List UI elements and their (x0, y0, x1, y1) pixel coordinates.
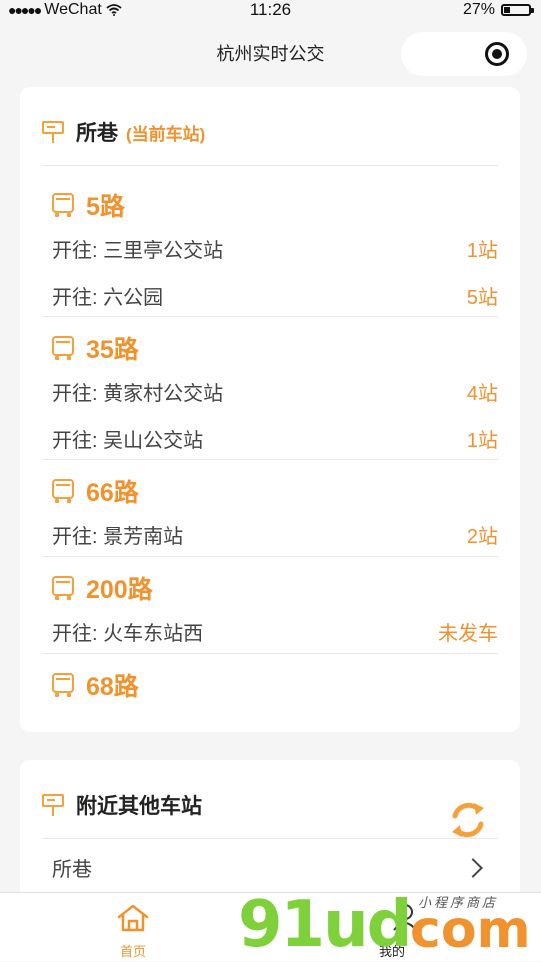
route-item[interactable]: 68路 (42, 665, 498, 705)
stops-away: 未发车 (438, 623, 498, 645)
direction-text: 开往: 火车东站西 (52, 623, 204, 645)
route-item[interactable]: 5路 开往: 三里亭公交站 1站 开往: 六公园 5站 (42, 185, 498, 319)
watermark-logo: 91ud (238, 888, 412, 962)
route-name: 68路 (86, 673, 139, 701)
bus-stop-sign-icon (42, 121, 66, 143)
direction-text: 开往: 吴山公交站 (52, 430, 204, 452)
direction-row[interactable]: 开往: 三里亭公交站 1站 (42, 225, 498, 272)
divider (42, 165, 498, 166)
route-name: 66路 (86, 479, 139, 507)
status-right: 27% (462, 1, 534, 19)
nearby-station-name: 所巷 (52, 859, 92, 881)
stops-away: 5站 (466, 287, 498, 309)
route-item[interactable]: 66路 开往: 景芳南站 2站 (42, 471, 498, 558)
direction-text: 开往: 三里亭公交站 (52, 240, 224, 262)
tab-home[interactable]: 首页 (53, 893, 213, 961)
route-header: 66路 (42, 471, 498, 511)
direction-row[interactable]: 开往: 火车东站西 未发车 (42, 608, 498, 655)
watermark: 91ud 小程序商店 com (238, 886, 541, 962)
nearby-header: 附近其他车站 (42, 790, 202, 820)
nearby-title: 附近其他车站 (76, 795, 202, 818)
stops-away: 2站 (466, 526, 498, 548)
nearby-stations-card: 附近其他车站 所巷 (20, 760, 520, 900)
bus-stop-sign-icon (42, 794, 66, 816)
stops-away: 1站 (466, 240, 498, 262)
mini-program-capsule[interactable] (401, 32, 527, 76)
divider (42, 459, 498, 460)
route-header: 200路 (42, 568, 498, 608)
direction-text: 开往: 黄家村公交站 (52, 383, 224, 405)
target-icon[interactable] (485, 42, 509, 66)
current-station-card: 所巷 (当前车站) 5路 开往: 三里亭公交站 1站 开往: 六公园 5站 35… (20, 87, 520, 732)
direction-text: 开往: 景芳南站 (52, 526, 184, 548)
battery-icon (501, 4, 534, 16)
battery-percent: 27% (462, 1, 495, 18)
current-station-name: 所巷 (76, 122, 118, 145)
route-header: 5路 (42, 185, 498, 225)
divider (42, 653, 498, 654)
direction-text: 开往: 六公园 (52, 287, 164, 309)
route-item[interactable]: 35路 开往: 黄家村公交站 4站 开往: 吴山公交站 1站 (42, 328, 498, 462)
direction-row[interactable]: 开往: 景芳南站 2站 (42, 511, 498, 558)
route-name: 200路 (86, 576, 153, 604)
route-item[interactable]: 200路 开往: 火车东站西 未发车 (42, 568, 498, 655)
current-station-tag: (当前车站) (126, 124, 206, 144)
tab-home-label: 首页 (119, 944, 146, 959)
bus-icon (52, 336, 74, 360)
home-icon (117, 904, 149, 932)
route-name: 5路 (86, 193, 125, 221)
stops-away: 4站 (466, 383, 498, 405)
nav-bar: 杭州实时公交 (0, 22, 541, 84)
route-name: 35路 (86, 336, 139, 364)
direction-row[interactable]: 开往: 吴山公交站 1站 (42, 415, 498, 462)
watermark-suffix: com (410, 900, 531, 960)
chevron-right-icon (463, 857, 483, 878)
refresh-icon[interactable] (448, 800, 488, 840)
direction-row[interactable]: 开往: 黄家村公交站 4站 (42, 368, 498, 415)
divider (42, 316, 498, 317)
current-station-header: 所巷 (当前车站) (42, 117, 205, 147)
route-header: 68路 (42, 665, 498, 705)
bus-icon (52, 576, 74, 600)
divider (42, 838, 498, 839)
status-bar: ●●●●● WeChat 11:26 27% (0, 0, 541, 22)
bus-icon (52, 193, 74, 217)
bus-icon (52, 673, 74, 697)
route-header: 35路 (42, 328, 498, 368)
bus-icon (52, 479, 74, 503)
stops-away: 1站 (466, 430, 498, 452)
battery-fill (504, 7, 511, 13)
divider (42, 556, 498, 557)
direction-row[interactable]: 开往: 六公园 5站 (42, 272, 498, 319)
status-time: 11:26 (249, 0, 292, 19)
